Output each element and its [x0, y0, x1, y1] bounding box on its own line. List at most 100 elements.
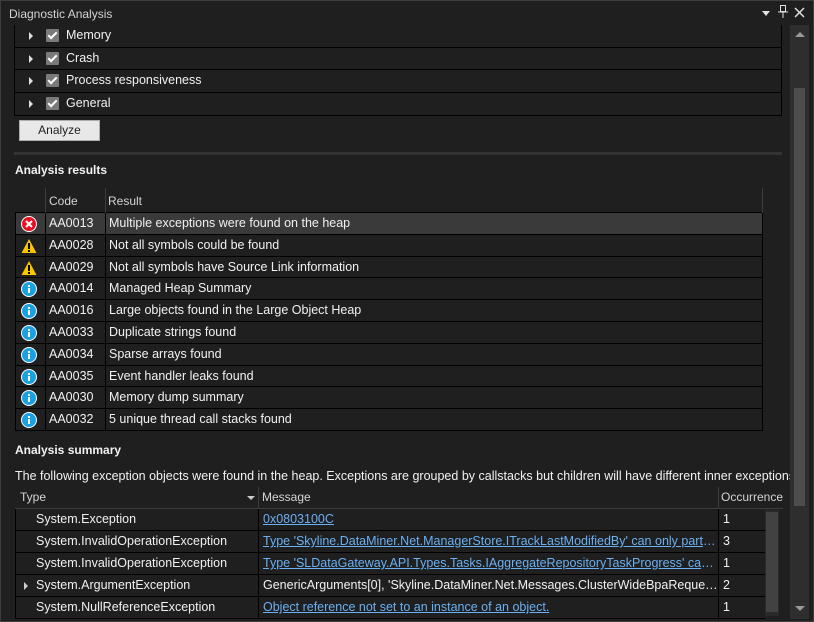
analysis-results-table: Code Result AA0013 Multiple exceptions we… [15, 188, 763, 431]
code-cell: AA0034 [46, 343, 106, 365]
expand-arrow-icon[interactable] [29, 99, 33, 108]
occurrence-cell: 3 [723, 534, 730, 548]
result-row[interactable]: AA0013 Multiple exceptions were found on … [15, 213, 763, 235]
exception-row[interactable]: System.ArgumentException GenericArguments… [15, 575, 765, 597]
category-checkbox[interactable] [46, 51, 59, 65]
expand-arrow-icon[interactable] [29, 77, 33, 85]
info-icon [21, 368, 37, 385]
analysis-summary-heading: Analysis summary [15, 443, 122, 457]
info-icon [21, 390, 37, 407]
severity-cell [16, 213, 46, 234]
result-row[interactable]: AA0016 Large objects found in the Large O… [15, 300, 763, 322]
result-row[interactable]: AA0032 5 unique thread call stacks found [15, 409, 763, 431]
result-cell: Memory dump summary [109, 390, 244, 405]
summary-header-row: Type Message Occurrence [15, 487, 783, 509]
category-checkbox[interactable] [46, 96, 59, 110]
result-row[interactable]: AA0033 Duplicate strings found [15, 321, 763, 344]
code-cell: AA0014 [46, 278, 106, 300]
warning-icon [21, 238, 37, 253]
info-icon [21, 281, 37, 298]
column-header-occurrence[interactable]: Occurrence [721, 490, 783, 504]
scroll-up-icon[interactable] [795, 32, 805, 37]
message-link[interactable]: Object reference not set to an instance … [259, 597, 719, 618]
result-cell: 5 unique thread call stacks found [109, 412, 292, 427]
message-link[interactable]: Type 'SLDataGateway.API.Types.Tasks.IAgg… [259, 553, 719, 574]
result-row[interactable]: AA0035 Event handler leaks found [15, 365, 763, 388]
category-row[interactable]: Crash [15, 48, 781, 70]
expand-arrow-icon[interactable] [29, 54, 33, 63]
severity-cell [16, 365, 46, 387]
horizontal-separator [14, 152, 782, 155]
summary-description: The following exception objects were fou… [15, 469, 799, 483]
category-row[interactable]: General [15, 93, 781, 116]
results-body: AA0013 Multiple exceptions were found on … [15, 213, 763, 431]
pin-button[interactable] [775, 5, 791, 21]
column-header-code[interactable]: Code [49, 194, 78, 208]
message-cell: GenericArguments[0], 'Skyline.DataMiner.… [259, 575, 719, 596]
result-row[interactable]: AA0030 Memory dump summary [15, 387, 763, 410]
message-link[interactable]: Type 'Skyline.DataMiner.Net.ManagerStore… [259, 531, 719, 552]
category-label: Process responsiveness [66, 73, 202, 87]
severity-cell [16, 256, 46, 278]
exception-row[interactable]: System.Exception 0x0803100C 1 [15, 509, 765, 531]
occurrence-cell: 1 [723, 600, 730, 614]
severity-cell [16, 387, 46, 409]
code-cell: AA0035 [46, 365, 106, 387]
severity-cell [16, 234, 46, 256]
category-row[interactable]: Process responsiveness [15, 70, 781, 93]
summary-scrollbar-thumb[interactable] [766, 512, 778, 612]
type-cell: System.ArgumentException [16, 575, 259, 596]
category-checkbox[interactable] [46, 74, 59, 87]
scroll-down-icon[interactable] [795, 606, 805, 611]
code-cell: AA0028 [46, 234, 106, 256]
category-row[interactable]: Memory [15, 25, 781, 48]
result-row[interactable]: AA0029 Not all symbols have Source Link i… [15, 256, 763, 279]
result-row[interactable]: AA0014 Managed Heap Summary [15, 278, 763, 301]
occurrence-cell: 1 [723, 556, 730, 570]
code-cell: AA0013 [46, 213, 106, 234]
severity-cell [16, 278, 46, 300]
severity-cell [16, 321, 46, 343]
column-divider [45, 188, 46, 213]
category-checkbox[interactable] [46, 29, 59, 42]
result-cell: Sparse arrays found [109, 346, 222, 361]
result-row[interactable]: AA0034 Sparse arrays found [15, 343, 763, 366]
results-header-row: Code Result [15, 188, 763, 213]
column-header-result[interactable]: Result [108, 194, 142, 208]
close-icon [793, 7, 805, 18]
panel-title: Diagnostic Analysis [9, 7, 113, 21]
code-cell: AA0016 [46, 300, 106, 321]
result-row[interactable]: AA0028 Not all symbols could be found [15, 234, 763, 257]
info-icon [21, 303, 37, 320]
exception-row[interactable]: System.NullReferenceException Object refe… [15, 597, 765, 619]
code-cell: AA0032 [46, 409, 106, 430]
code-cell: AA0030 [46, 387, 106, 409]
category-label: Crash [66, 50, 100, 65]
column-header-message[interactable]: Message [262, 490, 311, 504]
category-label: Memory [66, 28, 112, 42]
column-divider [258, 487, 259, 509]
analyzer-category-list: Memory Crash Process responsiveness General [14, 25, 782, 116]
pin-icon [778, 5, 788, 18]
close-button[interactable] [791, 5, 807, 21]
warning-icon [21, 260, 37, 275]
result-cell: Managed Heap Summary [109, 281, 252, 296]
column-header-type[interactable]: Type [20, 490, 46, 504]
window-position-dropdown-button[interactable] [758, 5, 774, 21]
expand-arrow-icon[interactable] [29, 32, 33, 40]
panel-scrollbar-thumb[interactable] [794, 88, 805, 506]
message-link[interactable]: 0x0803100C [259, 509, 719, 530]
result-cell: Not all symbols have Source Link informa… [109, 259, 360, 274]
occurrence-cell: 1 [723, 512, 730, 526]
column-divider [718, 487, 719, 509]
panel-scrollbar[interactable] [790, 25, 809, 619]
category-label: General [66, 95, 111, 110]
sort-descending-icon [247, 496, 255, 500]
type-cell: System.Exception [16, 509, 259, 530]
summary-scrollbar[interactable] [765, 510, 779, 616]
exception-row[interactable]: System.InvalidOperationException Type 'Sk… [15, 531, 765, 553]
exception-row[interactable]: System.InvalidOperationException Type 'SL… [15, 553, 765, 575]
title-bar: Diagnostic Analysis [1, 1, 813, 26]
analyze-button[interactable]: Analyze [19, 120, 100, 141]
result-cell: Large objects found in the Large Object … [109, 303, 362, 318]
